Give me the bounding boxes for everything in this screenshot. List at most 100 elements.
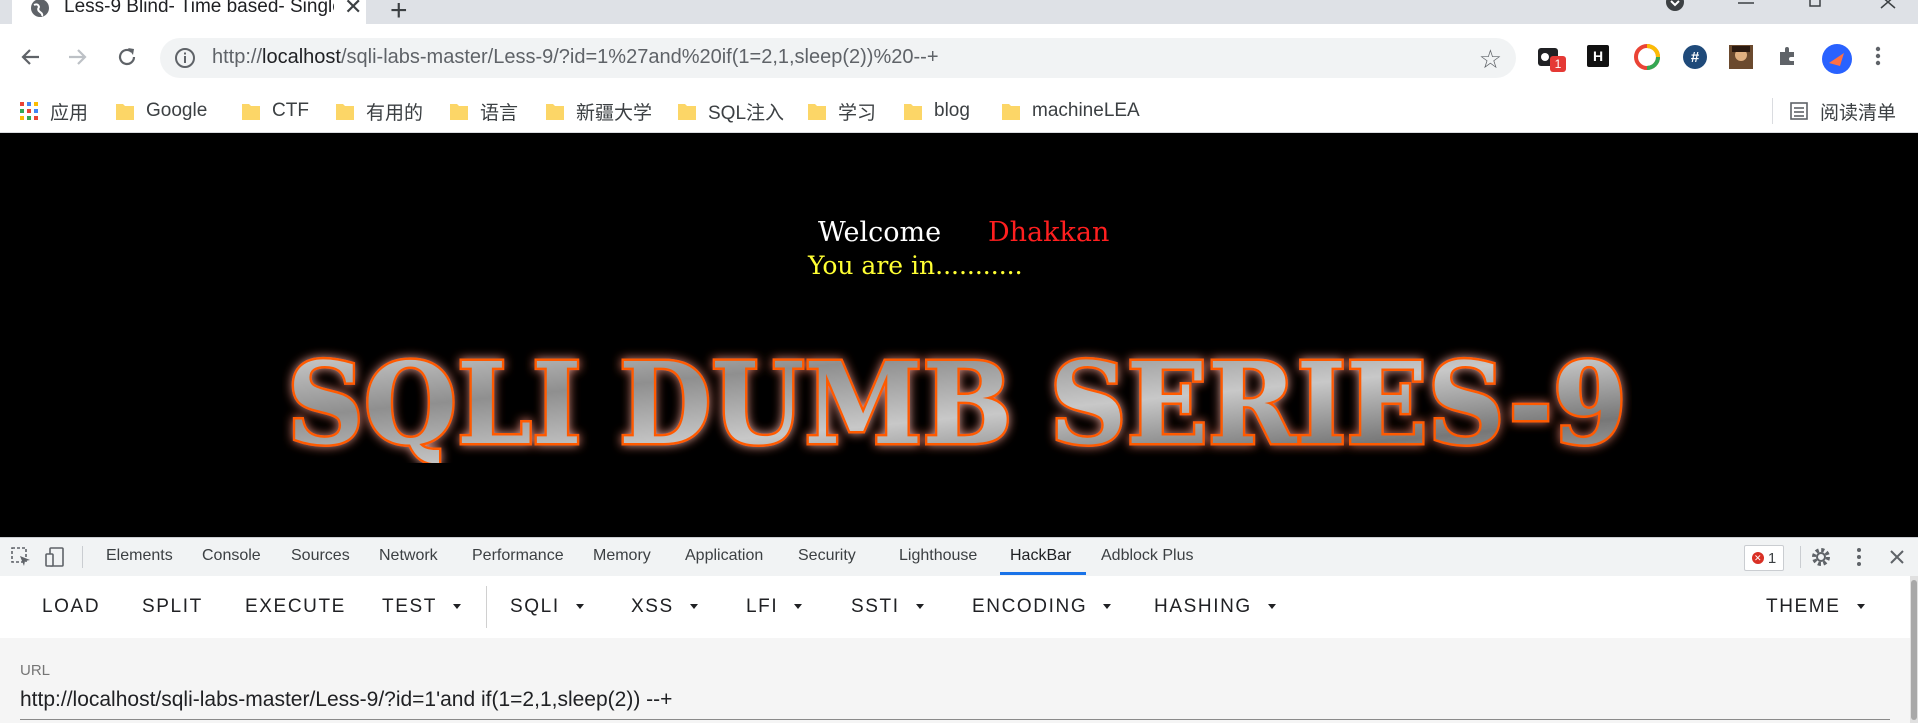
close-window-icon[interactable] [1878,0,1898,10]
url-field[interactable]: http://localhost/sqli-labs-master/Less-9… [20,688,672,712]
bookmark-folder[interactable]: machineLEA [1002,98,1140,124]
folder-icon [450,104,468,120]
bookmark-label: CTF [272,100,309,121]
devtools-tabbar: Elements Console Sources Network Perform… [0,537,1918,577]
bookmark-label: SQL注入 [708,102,785,124]
divider [486,586,487,628]
error-icon: ✕ [1751,552,1764,564]
page-content: Welcome Dhakkan You are in........... SQ… [0,133,1918,537]
url-scheme: http:// [212,46,263,68]
tab-search-icon[interactable] [1664,0,1686,14]
hackbar-menu: LOAD SPLIT EXECUTE TEST SQLI XSS LFI SST… [0,576,1910,638]
bookmark-folder[interactable]: blog [904,98,970,124]
scrollbar-thumb[interactable] [1911,580,1917,720]
caret-down-icon [915,604,924,610]
bookmark-folder[interactable]: SQL注入 [678,98,784,124]
url-field-underline [20,719,1890,720]
extension-hash[interactable]: # [1682,44,1710,72]
lfi-menu[interactable]: LFI [746,596,803,618]
url-text[interactable]: http://localhost/sqli-labs-master/Less-9… [212,46,939,69]
more-vert-icon [1875,46,1881,66]
device-toolbar-icon[interactable] [44,546,66,568]
more-vert-icon[interactable] [1848,546,1870,568]
error-count-badge[interactable]: ✕ 1 [1744,545,1784,571]
bookmark-folder[interactable]: 新疆大学 [546,98,652,124]
active-tab-indicator [1000,572,1086,575]
tab-strip: Less-9 Blind- Time based- Single Quotes-… [0,0,1918,27]
reload-button[interactable] [110,40,144,74]
load-button[interactable]: LOAD [42,596,100,618]
forward-button[interactable] [60,40,94,74]
tab-lighthouse[interactable]: Lighthouse [899,547,977,565]
extension-avatar[interactable] [1728,44,1756,72]
status-text: You are in........... [808,251,1023,280]
menu-button[interactable] [1874,44,1902,72]
avatar [1822,44,1852,74]
bookmark-folder[interactable]: 语言 [450,98,518,124]
close-devtools-icon[interactable] [1886,546,1908,568]
minimize-icon[interactable] [1736,0,1756,10]
extension-adblock[interactable]: 1 [1536,44,1566,72]
execute-button[interactable]: EXECUTE [245,596,346,618]
browser-tab[interactable]: Less-9 Blind- Time based- Single Quotes-… [12,0,366,24]
back-button[interactable] [14,40,48,74]
forward-arrow-icon [69,49,87,65]
bookmark-label: 有用的 [366,102,424,124]
tab-console[interactable]: Console [202,547,261,565]
ssti-menu[interactable]: SSTI [851,596,924,618]
tab-elements[interactable]: Elements [106,547,173,565]
bookmark-folder[interactable]: 有用的 [336,98,423,124]
bookmark-folder[interactable]: 学习 [808,98,876,124]
bookmark-label: Google [146,100,208,121]
sqli-menu[interactable]: SQLI [510,596,584,618]
encoding-menu[interactable]: ENCODING [972,596,1112,618]
test-menu[interactable]: TEST [382,596,461,618]
folder-icon [678,104,696,120]
tab-hackbar[interactable]: HackBar [1010,547,1071,565]
bookmark-apps[interactable]: 应用 [20,98,88,124]
split-button[interactable]: SPLIT [142,596,203,618]
address-bar[interactable]: http://localhost/sqli-labs-master/Less-9… [160,38,1516,78]
encoding-label: ENCODING [972,596,1088,617]
tab-performance[interactable]: Performance [472,547,564,565]
theme-menu[interactable]: THEME [1766,596,1865,618]
hashing-menu[interactable]: HASHING [1154,596,1276,618]
tab-network[interactable]: Network [379,547,438,565]
extension-color[interactable] [1634,44,1662,72]
banner-title: SQLI DUMB SERIES-9 [287,343,1627,463]
restore-icon[interactable] [1806,0,1826,10]
bookmark-folder[interactable]: Google [116,98,207,124]
color-picker-icon [1634,44,1660,70]
reading-list-button[interactable]: 阅读清单 [1790,98,1896,124]
tab-security[interactable]: Security [798,547,856,565]
folder-icon [904,104,922,120]
profile-button[interactable] [1822,44,1852,74]
tab-memory[interactable]: Memory [593,547,651,565]
bookmark-label: 语言 [480,102,519,124]
extension-hackbar[interactable]: H [1586,44,1614,72]
bookmark-label: 学习 [838,102,877,124]
folder-icon [116,104,134,120]
settings-gear-icon[interactable] [1810,546,1832,568]
caret-down-icon [1103,604,1112,610]
tab-adblock-plus[interactable]: Adblock Plus [1101,547,1194,565]
bookmark-folder[interactable]: CTF [242,98,309,124]
bookmark-star-icon[interactable]: ☆ [1479,44,1502,75]
reload-icon [118,48,136,66]
tab-sources[interactable]: Sources [291,547,350,565]
inspect-element-icon[interactable] [10,546,32,568]
xss-menu[interactable]: XSS [631,596,698,618]
caret-down-icon [1267,604,1276,610]
error-count: 1 [1767,549,1777,567]
puzzle-icon [1780,47,1794,65]
svg-text:H: H [1593,48,1603,64]
tab-application[interactable]: Application [685,547,763,565]
svg-text:#: # [1691,49,1700,66]
globe-icon [31,0,49,17]
site-info-icon[interactable] [174,47,196,69]
divider [1772,98,1773,124]
divider [82,546,83,568]
series-banner: SQLI DUMB SERIES-9 [285,343,1630,463]
extensions-button[interactable] [1776,44,1804,72]
close-tab-icon[interactable]: ✕ [344,0,362,20]
